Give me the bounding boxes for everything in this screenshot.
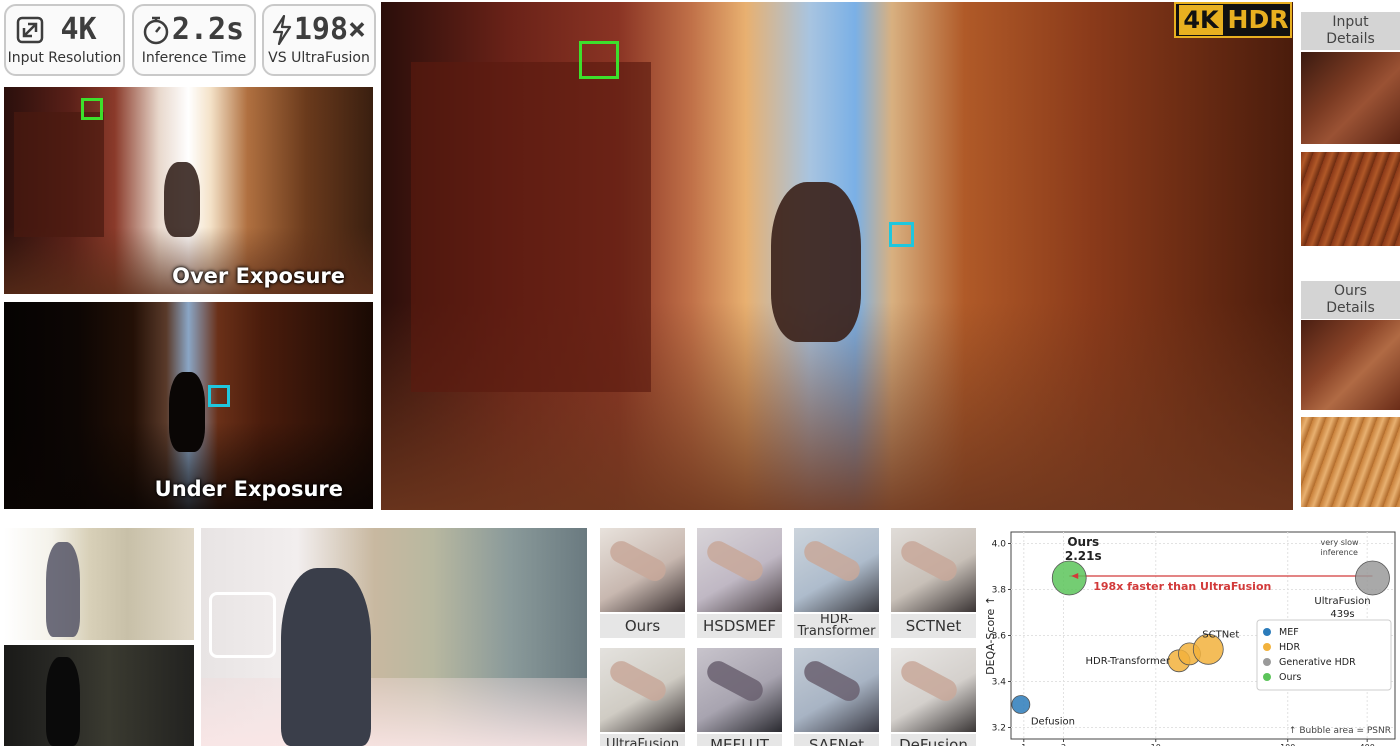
zoom-box-green — [579, 41, 619, 79]
hand-detail — [897, 657, 961, 705]
data-bubble — [1355, 560, 1390, 596]
method-thumbnail — [891, 528, 976, 612]
method-label: SCTNet — [891, 614, 976, 638]
legend-label: HDR — [1279, 642, 1300, 653]
legend-label: Generative HDR — [1279, 657, 1356, 668]
method-thumbnail — [891, 648, 976, 732]
legend-marker — [1263, 673, 1271, 681]
legend-label: Ours — [1279, 672, 1301, 683]
method-label: HDR- Transformer — [794, 614, 879, 638]
under-exposure-photo: Under Exposure — [4, 302, 373, 509]
point-label: Defusion — [1031, 717, 1075, 728]
arrow-annotation: 198x faster than UltraFusion — [1093, 580, 1271, 593]
speed-quality-chart: 3.23.43.63.84.01210100400DEQA-Score ↑Def… — [984, 531, 1396, 746]
stat-label: Input Resolution — [7, 50, 122, 66]
y-tick-label: 4.0 — [992, 540, 1007, 550]
bubble-note: ↑ Bubble area = PSNR — [1289, 726, 1391, 736]
hand-detail — [897, 537, 961, 585]
method-thumbnail — [600, 528, 685, 612]
door-shape — [411, 62, 651, 392]
zoom-box-green — [81, 98, 103, 120]
4k-hdr-badge: 4K HDR — [1174, 2, 1292, 38]
point-label: 2.21s — [1065, 549, 1102, 563]
point-label: UltraFusion — [1314, 596, 1370, 607]
point-label: SCTNet — [1202, 629, 1239, 640]
method-label: DeFusion — [891, 734, 976, 746]
method-thumbnail — [697, 528, 782, 612]
dancer-silhouette — [164, 162, 200, 237]
data-bubble — [1051, 560, 1087, 596]
method-thumbnail — [794, 648, 879, 732]
method-thumbnail — [697, 648, 782, 732]
slow-note: very slow — [1321, 538, 1360, 547]
stat-value: 198× — [293, 12, 367, 47]
legend-marker — [1263, 658, 1271, 666]
hand-detail — [800, 537, 864, 585]
badge-hdr: HDR — [1227, 5, 1289, 34]
hand-detail — [703, 657, 767, 705]
under-exposure-label: Under Exposure — [154, 477, 343, 501]
stat-card-time: 2.2s Inference Time — [132, 4, 256, 76]
point-label: HDR-Transformer — [1086, 656, 1171, 667]
badge-4k: 4K — [1179, 5, 1223, 35]
y-tick-label: 3.4 — [992, 678, 1007, 688]
stat-value: 2.2s — [171, 12, 245, 47]
slow-note: inference — [1321, 548, 1359, 557]
zoom-box-cyan — [889, 222, 914, 247]
legend-marker — [1263, 628, 1271, 636]
legend-label: MEF — [1279, 627, 1299, 638]
legend-marker — [1263, 643, 1271, 651]
method-thumbnail — [600, 648, 685, 732]
person-silhouette — [281, 568, 371, 746]
stat-value: 4K — [60, 12, 97, 47]
hand-detail — [606, 657, 670, 705]
point-label: Ours — [1067, 535, 1099, 549]
point-label: 439s — [1330, 609, 1354, 620]
hand-detail — [703, 537, 767, 585]
over-exposure-photo: Over Exposure — [4, 87, 373, 294]
stat-card-speedup: 198× VS UltraFusion — [262, 4, 376, 76]
indoor-hdr-result-photo — [201, 528, 587, 746]
dancer-silhouette — [771, 182, 861, 342]
y-tick-label: 3.8 — [992, 586, 1007, 596]
underexposed-indoor-photo — [4, 645, 194, 746]
legend-box — [1256, 619, 1392, 691]
method-label: MEFLUT — [697, 734, 782, 746]
door-shape — [14, 112, 104, 237]
stat-label: VS UltraFusion — [268, 50, 370, 66]
stat-card-resolution: 4K Input Resolution — [4, 4, 125, 76]
method-label: HSDSMEF — [697, 614, 782, 638]
input-detail-crop-green — [1301, 52, 1400, 144]
zoom-box-cyan — [208, 385, 230, 407]
zoom-box-white — [209, 592, 276, 658]
hand-detail — [800, 657, 864, 705]
hand-detail — [606, 537, 670, 585]
ours-details-label: Ours Details — [1301, 281, 1400, 319]
data-bubble — [1011, 695, 1031, 714]
stat-label: Inference Time — [141, 50, 247, 66]
person-silhouette — [46, 657, 80, 746]
y-tick-label: 3.2 — [992, 724, 1006, 734]
input-detail-crop-cyan — [1301, 152, 1400, 246]
overexposed-indoor-photo — [4, 528, 194, 640]
dancer-silhouette — [169, 372, 205, 452]
ours-detail-crop-green — [1301, 320, 1400, 410]
over-exposure-label: Over Exposure — [172, 264, 345, 288]
method-label: Ours — [600, 614, 685, 638]
person-silhouette — [46, 542, 80, 637]
input-details-label: Input Details — [1301, 12, 1400, 50]
method-label: UltraFusion — [600, 734, 685, 746]
ours-detail-crop-cyan — [1301, 417, 1400, 507]
method-label: SAFNet — [794, 734, 879, 746]
hdr-result-photo: 4K HDR — [381, 2, 1293, 510]
y-axis-label: DEQA-Score ↑ — [984, 596, 997, 675]
method-thumbnail — [794, 528, 879, 612]
